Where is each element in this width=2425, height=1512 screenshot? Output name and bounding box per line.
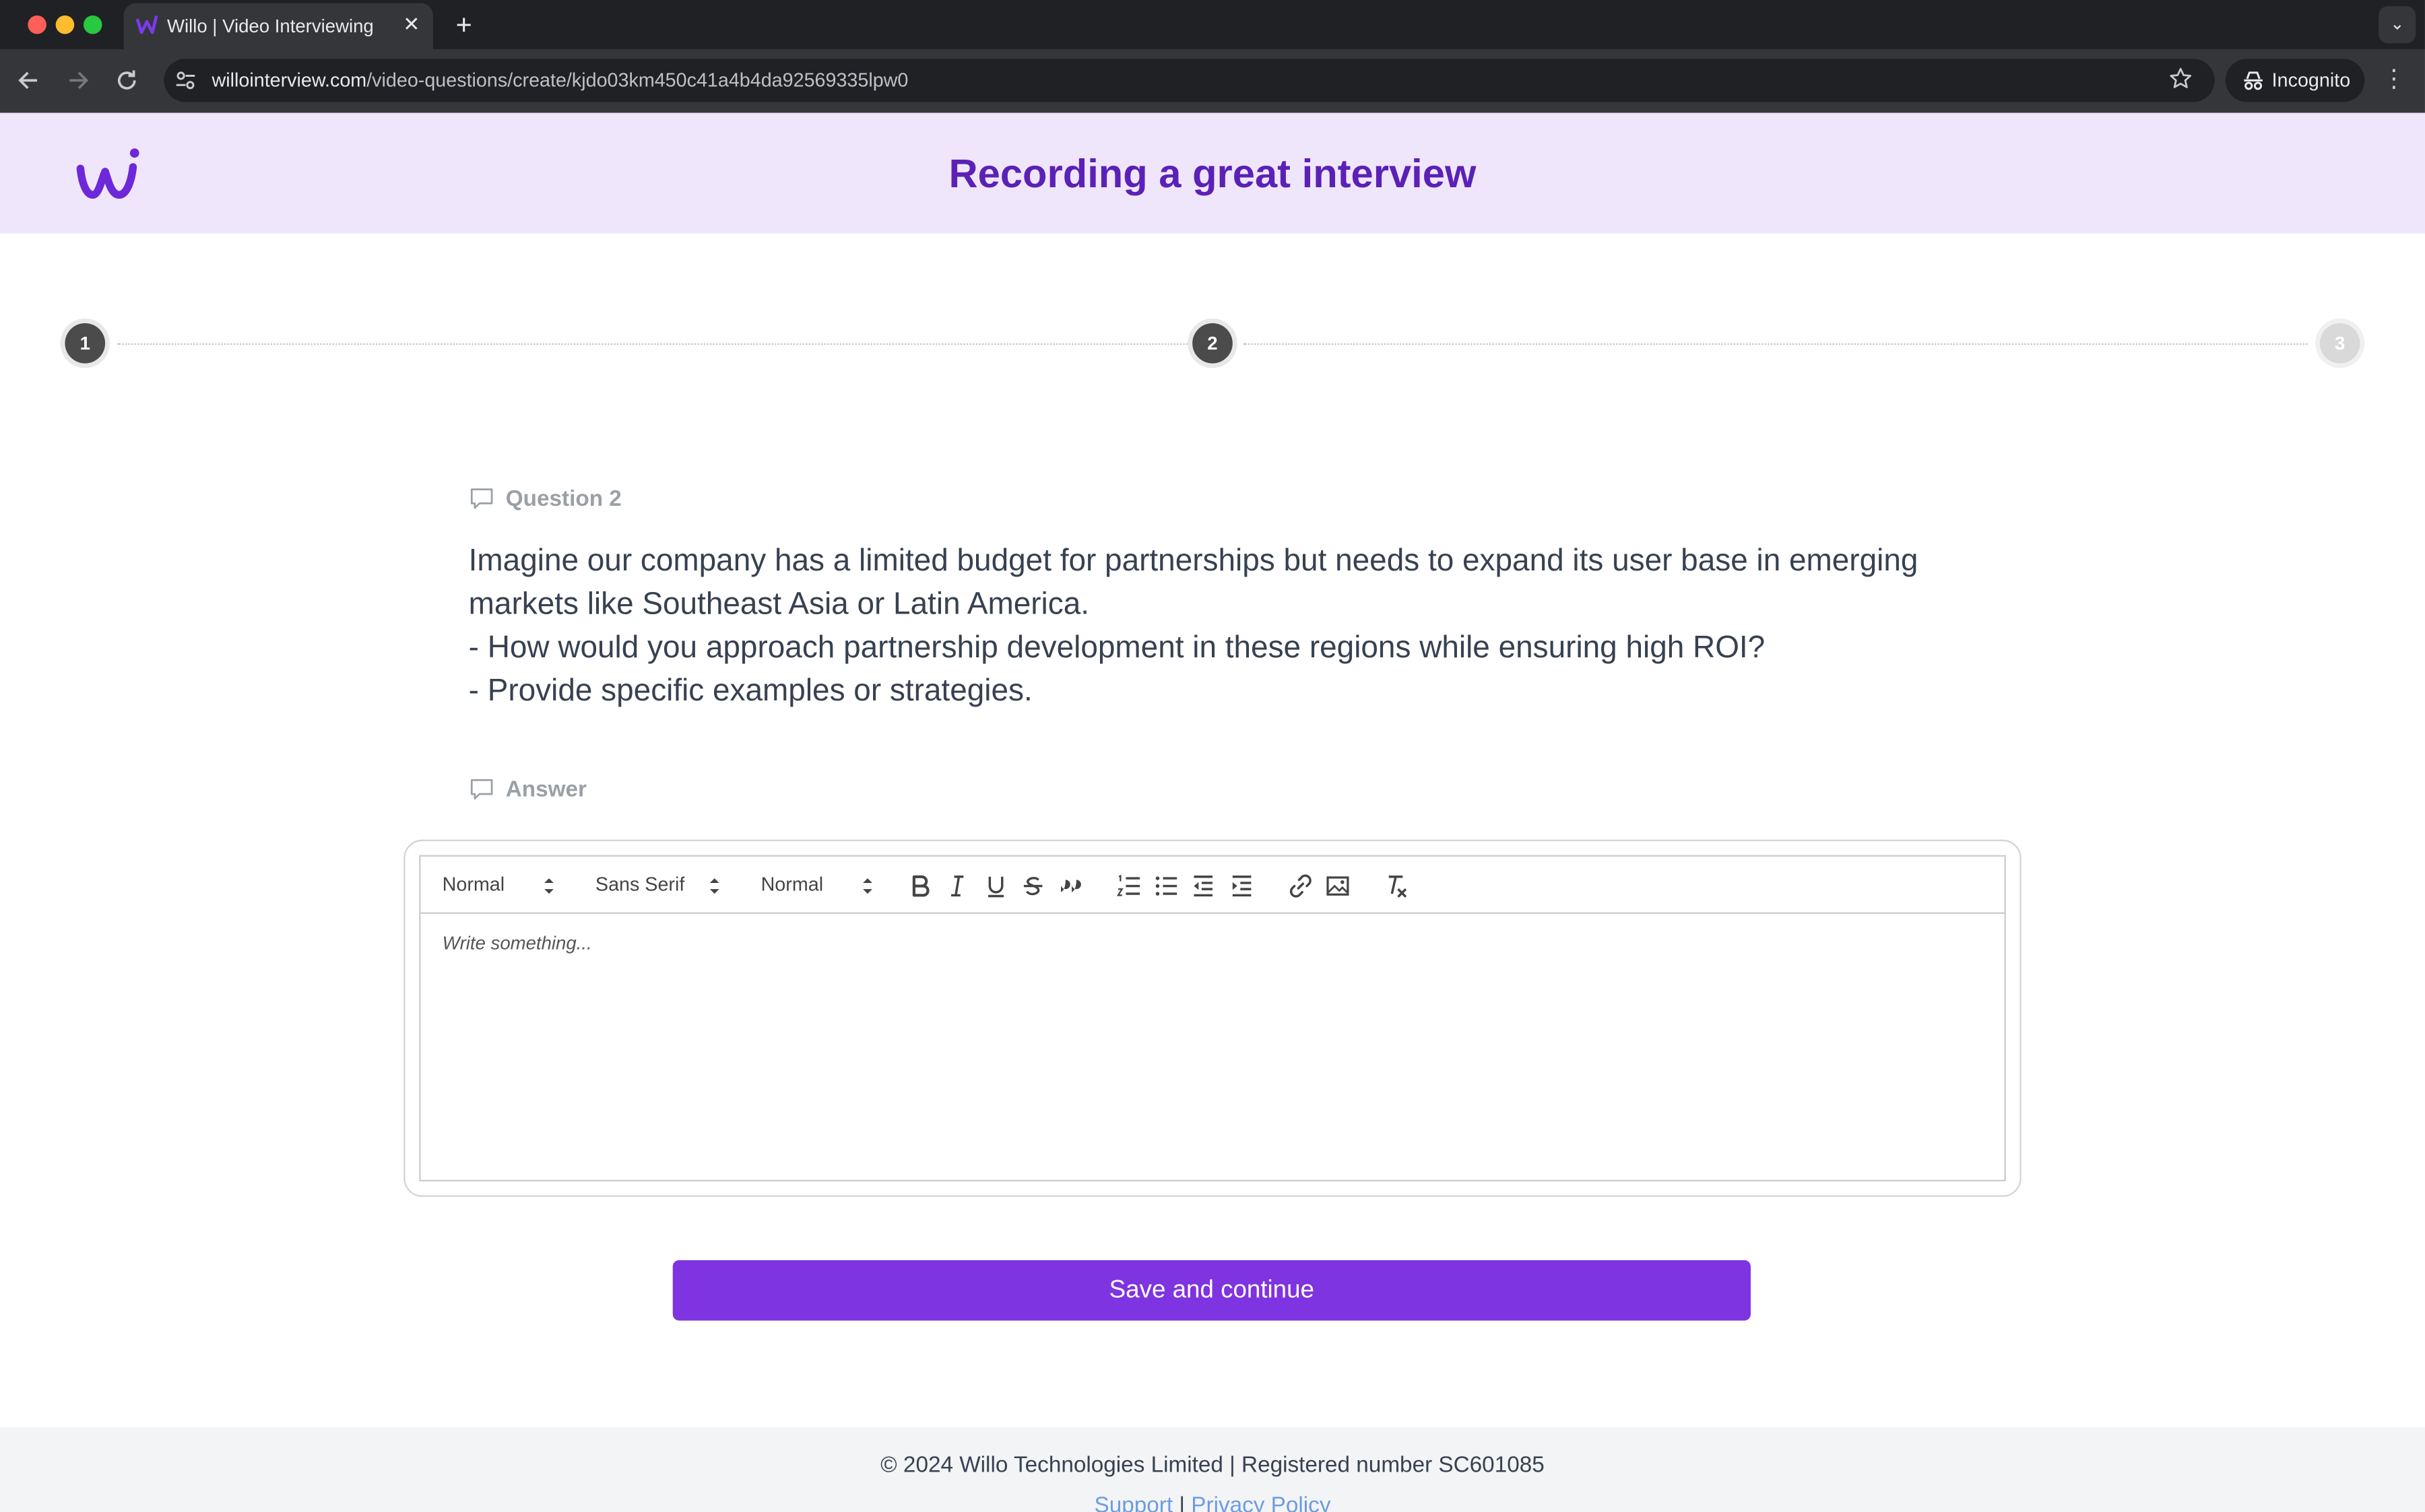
link-icon[interactable]	[1287, 872, 1314, 900]
font-picker-label: Sans Serif	[595, 874, 685, 896]
clear-formatting-icon[interactable]	[1383, 872, 1411, 900]
step-3: 3	[2319, 323, 2360, 364]
question-label: Question 2	[505, 487, 622, 512]
menu-icon[interactable]: ⋮	[2382, 63, 2407, 98]
size-picker-label: Normal	[761, 874, 824, 896]
page-title: Recording a great interview	[948, 150, 1477, 197]
star-icon[interactable]	[2168, 67, 2193, 92]
picker-arrows-icon	[863, 878, 872, 894]
url-host: willointerview.com	[212, 69, 367, 92]
question-line: - How would you approach partnership dev…	[468, 630, 1766, 665]
willo-favicon-icon	[136, 15, 158, 34]
italic-icon[interactable]	[943, 872, 971, 900]
indent-icon[interactable]	[1228, 872, 1256, 900]
outdent-icon[interactable]	[1190, 872, 1217, 900]
ordered-list-icon[interactable]	[1115, 872, 1142, 900]
tab-close-icon[interactable]: ✕	[399, 12, 424, 37]
tab-search-icon[interactable]: ⌄	[2379, 6, 2416, 44]
tab-title: Willo | Video Interviewing	[166, 15, 374, 38]
picker-arrows-icon	[709, 878, 719, 894]
privacy-policy-link[interactable]: Privacy Policy	[1191, 1494, 1330, 1512]
incognito-label: Incognito	[2271, 69, 2351, 92]
bullet-list-icon[interactable]	[1152, 872, 1179, 900]
new-tab-icon[interactable]: +	[449, 9, 480, 40]
step-1: 1	[65, 323, 106, 364]
page-footer: © 2024 Willo Technologies Limited | Regi…	[0, 1427, 2425, 1512]
reload-icon[interactable]	[110, 63, 144, 98]
answer-label: Answer	[505, 777, 587, 803]
answer-editor-container: Normal Sans Serif Normal Write something…	[403, 839, 2022, 1197]
browser-tab[interactable]: Willo | Video Interviewing ✕	[123, 3, 433, 50]
size-picker[interactable]: Normal	[761, 872, 876, 900]
question-line: - Provide specific examples or strategie…	[468, 674, 1033, 709]
header-picker[interactable]: Normal	[443, 872, 557, 900]
incognito-badge[interactable]: Incognito	[2225, 59, 2365, 102]
page-header: Recording a great interview	[0, 112, 2425, 234]
save-and-continue-button[interactable]: Save and continue	[672, 1260, 1751, 1321]
rich-text-editor: Normal Sans Serif Normal Write something…	[419, 855, 2006, 1182]
strikethrough-icon[interactable]	[1019, 872, 1047, 900]
speech-bubble-icon	[470, 779, 493, 800]
back-icon[interactable]	[12, 63, 46, 98]
page: Recording a great interview 1 2 3 Questi…	[0, 112, 2425, 1512]
stepper-line	[117, 343, 1188, 345]
url-text: willointerview.com/video-questions/creat…	[212, 69, 909, 91]
image-icon[interactable]	[1324, 872, 1351, 900]
footer-separator: |	[1173, 1493, 1192, 1512]
underline-icon[interactable]	[982, 872, 1010, 900]
speech-bubble-icon	[470, 488, 493, 509]
address-bar[interactable]: willointerview.com/video-questions/creat…	[164, 59, 2215, 102]
site-info-icon[interactable]	[173, 68, 198, 93]
header-picker-label: Normal	[442, 874, 505, 896]
incognito-icon	[2244, 71, 2263, 90]
font-picker[interactable]: Sans Serif	[595, 872, 722, 900]
step-2: 2	[1192, 323, 1233, 364]
support-link[interactable]: Support	[1094, 1494, 1173, 1512]
answer-input[interactable]: Write something...	[443, 932, 592, 954]
minimize-window-button[interactable]	[55, 15, 75, 34]
editor-toolbar: Normal Sans Serif Normal	[420, 857, 2005, 914]
question-line: markets like Southeast Asia or Latin Ame…	[468, 587, 1090, 622]
question-text: Imagine our company has a limited budget…	[469, 539, 1953, 713]
footer-copyright: © 2024 Willo Technologies Limited | Regi…	[880, 1453, 1545, 1478]
forward-icon[interactable]	[61, 63, 95, 98]
picker-arrows-icon	[544, 878, 554, 894]
browser-toolbar: willointerview.com/video-questions/creat…	[0, 49, 2425, 113]
question-line: Imagine our company has a limited budget…	[468, 544, 1918, 579]
stepper-line	[1243, 343, 2308, 345]
browser-tabstrip: Willo | Video Interviewing ✕ + ⌄	[0, 0, 2425, 50]
footer-links: Support | Privacy Policy	[0, 1494, 2425, 1512]
bold-icon[interactable]	[906, 872, 934, 900]
close-window-button[interactable]	[28, 15, 46, 34]
blockquote-icon[interactable]	[1056, 872, 1084, 900]
url-path: /video-questions/create/kjdo03km450c41a4…	[366, 69, 909, 92]
progress-stepper: 1 2 3	[0, 320, 2425, 366]
maximize-window-button[interactable]	[83, 15, 102, 34]
